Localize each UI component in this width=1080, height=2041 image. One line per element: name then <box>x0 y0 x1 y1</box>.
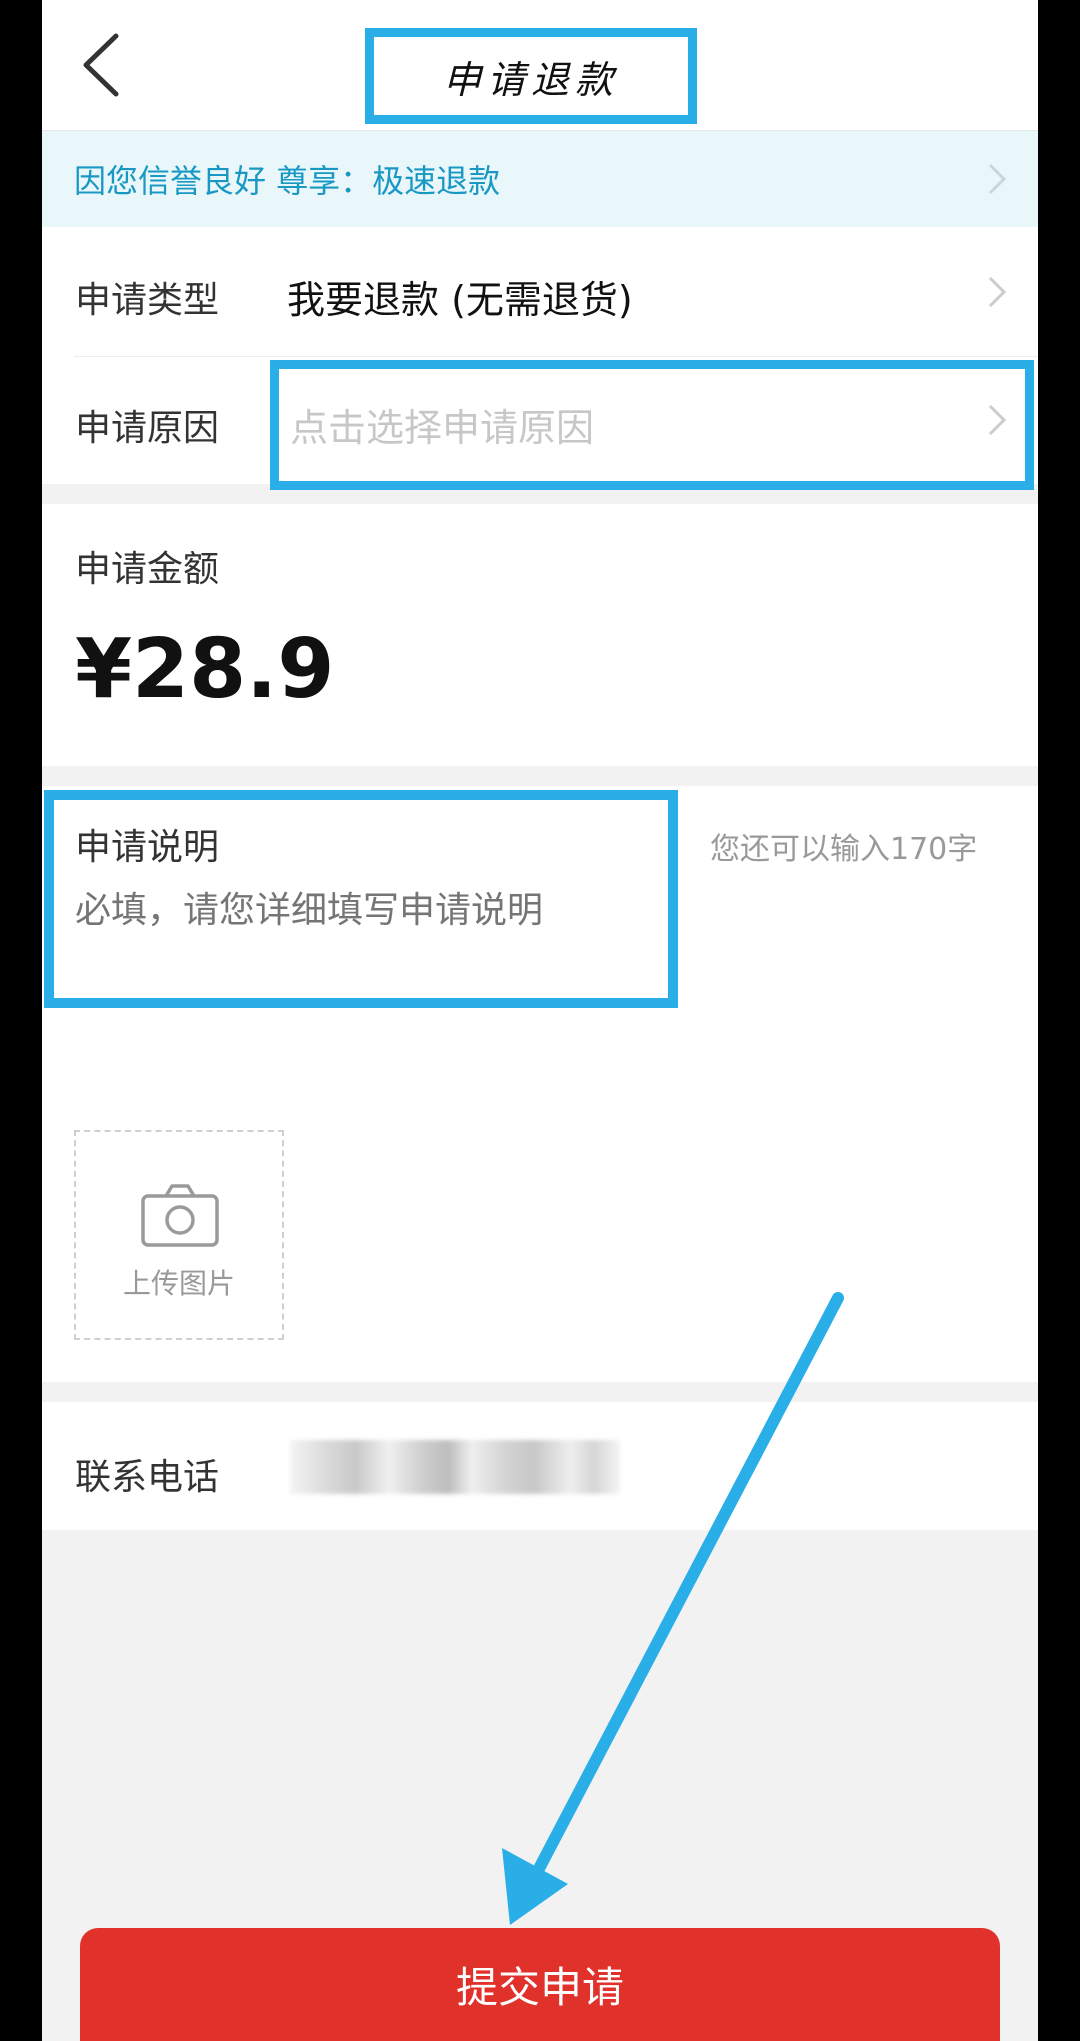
camera-icon <box>141 1184 219 1247</box>
fast-refund-banner[interactable]: 因您信誉良好 尊享：极速退款 <box>42 131 1038 227</box>
refund-type-row[interactable]: 申请类型 我要退款 (无需退货) <box>42 227 1038 357</box>
refund-amount-value: ¥28.9 <box>75 622 335 717</box>
phone-number-blurred <box>290 1440 620 1494</box>
refund-amount-label: 申请金额 <box>75 549 220 590</box>
refund-reason-label: 申请原因 <box>75 408 220 449</box>
chevron-right-icon <box>988 276 1007 308</box>
back-arrow-icon[interactable] <box>72 30 132 100</box>
page-title-highlight: 申请退款 <box>365 28 697 124</box>
screen: 申请退款 因您信誉良好 尊享：极速退款 申请类型 我要退款 (无需退货) 申请原… <box>42 0 1038 2041</box>
banner-text: 因您信誉良好 尊享：极速退款 <box>74 162 501 200</box>
refund-type-value: 我要退款 (无需退货) <box>287 278 633 322</box>
nav-bar: 申请退款 <box>42 0 1038 131</box>
char-counter: 您还可以输入170字 <box>710 832 978 867</box>
chevron-right-icon <box>988 163 1007 195</box>
contact-phone-label: 联系电话 <box>75 1457 220 1498</box>
refund-type-label: 申请类型 <box>75 280 220 321</box>
page-title: 申请退款 <box>442 57 619 102</box>
submit-button[interactable]: 提交申请 <box>80 1928 1000 2041</box>
upload-image-label: 上传图片 <box>122 1267 235 1300</box>
reason-highlight <box>270 360 1034 490</box>
upload-image-button[interactable]: 上传图片 <box>74 1130 284 1340</box>
description-highlight <box>44 790 678 1008</box>
